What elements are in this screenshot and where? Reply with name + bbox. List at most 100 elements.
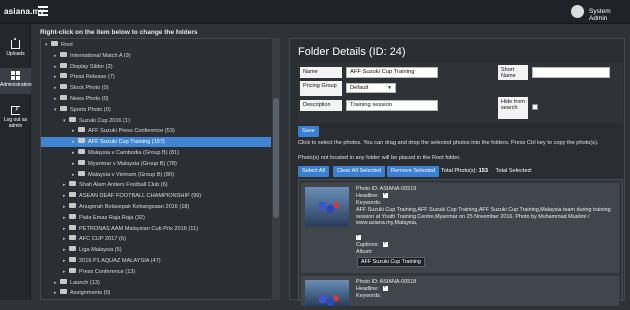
save-button[interactable]: Save [298,126,319,137]
tree-item-label: Suzuki Cup 2016 (1) [79,117,130,124]
tree-item[interactable]: ▸ Display Slider (2) [54,62,113,72]
chevron-down-icon: ▼ [387,85,392,91]
top-bar: asiana.my System Admin [0,0,630,24]
tree-item[interactable]: ▾ Sports Photo (0) [54,105,111,115]
tree-item[interactable]: ▸ ASEAN DEAF FOOTBALL CHAMPIONSHIP (99) [63,191,201,201]
tree-item-label: AFF Suzuki Press Conference (53) [88,128,175,135]
tree-item[interactable]: ▸ Liga Malaysia (5) [63,245,122,255]
photo-captions-label: Captions: [356,242,379,248]
tree-item[interactable]: ▸ 2016 P1 AQUAZ MALAYSIA (47) [63,256,161,266]
tree-item-label: Malaysia v Vietnam (Group B) (80) [88,171,175,178]
photo-card[interactable]: Photo ID: ASIANA-00519 Headline: Keyword… [301,183,619,273]
photo-thumbnail[interactable] [305,280,349,310]
folder-icon [69,181,76,187]
menu-icon[interactable] [38,6,48,16]
tree-item[interactable]: ▸ Launch (13) [54,278,100,288]
folder-icon [69,192,76,198]
nav-uploads[interactable]: Uploads [0,37,31,57]
tree-item[interactable]: ▸ Stock Photo (0) [54,83,109,93]
nav-administration[interactable]: Administration [0,68,32,94]
folder-icon [60,95,67,101]
tree-item-label: AFC CUP 2017 (6) [79,236,126,243]
folder-icon [60,105,67,111]
tree-item-label: International Match A (9) [70,52,131,59]
tree-item[interactable]: ▸ News Photo (0) [54,94,109,104]
headline-checkbox[interactable] [383,284,389,292]
photo-captions-row: Captions: [356,240,389,249]
instructions-text: Click to select the photos. You can drag… [298,140,599,146]
clear-all-selected-button[interactable]: Clear All Selected [333,166,386,177]
tree-item[interactable]: ▸ AFF Suzuki Press Conference (53) [72,126,175,136]
tree-item[interactable]: ▸ Shah Alam Antlers Football Club (6) [63,180,168,190]
tree-item[interactable]: ▸ Press Conference (13) [63,267,135,277]
tree-item[interactable]: ▾ Suzuki Cup 2016 (1) [63,116,130,126]
root-note-text: Photo(s) not located in any folder will … [298,155,461,161]
grid-icon [11,71,20,80]
folder-icon [78,138,85,144]
pricing-group-select[interactable]: Default ▼ [346,83,396,93]
tree-item[interactable]: ▸ International Match A (9) [54,51,131,61]
tree-item-label: Press Conference (13) [79,268,136,275]
total-photos-label: Total Photo(s): 153 Total Selected: [441,168,532,175]
left-nav: Uploads Administration Log out as admin [0,24,32,300]
folder-icon [69,203,76,209]
photo-list[interactable]: Photo ID: ASIANA-00519 Headline: Keyword… [298,179,623,310]
tree-item[interactable]: ▸ AFF Suzuki Cup Training (157) [41,137,271,148]
nav-logout[interactable]: Log out as admin [0,103,31,129]
folder-icon [60,278,67,284]
tree-item-label: Anugerah Bolasepak Kebangsaan 2016 (18) [79,204,190,210]
album-tag[interactable]: AFF Suzuki Cup Training [357,257,425,267]
tree-item-label: Liga Malaysia (5) [79,247,122,254]
photo-thumbnail[interactable] [305,187,349,227]
user-name[interactable]: System Admin [589,8,630,22]
photo-keywords-check [356,233,361,242]
pricing-group-value: Default [350,85,369,91]
tree-item-label: Assignments (0) [70,290,111,297]
tree-item[interactable]: ▸ Assignments (0) [54,288,110,298]
nav-logout-label: Log out as admin [3,117,28,129]
folder-tree[interactable]: ▾ Root ▸ International Match A (9) ▸ Display … [40,38,272,300]
nav-administration-label: Administration [0,82,32,88]
tree-item[interactable]: ▸ Piala Emas Raja Raja (32) [63,213,145,223]
folder-icon [60,73,67,79]
tree-item-label: Malaysia v Cambodia (Group B) (81) [88,150,180,156]
tree-item[interactable]: ▸ Press Release (7) [54,72,115,82]
description-field[interactable]: Training session [346,100,438,111]
short-name-label: Short Name [498,65,528,80]
keywords-checkbox[interactable] [356,233,361,241]
tree-scrollbar[interactable] [271,38,280,300]
photo-keywords-label: Keywords: [356,200,382,206]
folder-icon [69,116,76,122]
tree-item-label: Stock Photo (0) [70,85,109,92]
tree-item[interactable]: ▸ PETRONAS AAM Malaysian Cub Prix 2016 (1… [63,224,198,234]
tree-item[interactable]: ▸ Malaysia v Vietnam (Group B) (80) [72,170,174,180]
photo-headline-label: Headline: [356,193,379,199]
short-name-field[interactable] [532,67,610,78]
tree-item[interactable]: ▸ Myanmar v Malaysia (Group B) (78) [72,159,177,169]
select-all-button[interactable]: Select All [298,166,330,177]
upload-icon [11,37,20,49]
hide-from-search-checkbox[interactable] [532,104,538,110]
remove-selected-button[interactable]: Remove Selected [387,166,440,177]
captions-checkbox[interactable] [383,240,389,248]
tree-item[interactable]: ▸ AFC CUP 2017 (6) [63,234,126,244]
headline-checkbox[interactable] [383,191,389,199]
scroll-thumb[interactable] [273,98,279,218]
folder-icon [78,127,85,133]
tree-item[interactable]: ▾ Root [45,40,73,50]
photo-keywords-label: Keywords: [356,293,382,299]
tree-item[interactable]: ▸ Malaysia v Cambodia (Group B) (81) [72,148,179,158]
folder-icon [60,289,67,295]
folder-icon [69,224,76,230]
folder-icon [69,257,76,263]
photo-card[interactable]: Photo ID: ASIANA-00518 Headline: Keyword… [301,276,619,310]
tree-item-label: News Photo (0) [70,96,109,102]
photo-headline-row: Headline: [356,191,389,200]
avatar[interactable] [571,5,584,18]
name-field[interactable]: AFF Suzuki Cup Training [346,67,438,78]
folder-icon [78,159,85,165]
tree-item-label: ASEAN DEAF FOOTBALL CHAMPIONSHIP (99) [79,193,202,200]
pricing-group-label: Pricing Group [300,81,342,96]
logout-icon [11,103,20,115]
tree-item[interactable]: ▸ Anugerah Bolasepak Kebangsaan 2016 (18) [63,202,189,212]
